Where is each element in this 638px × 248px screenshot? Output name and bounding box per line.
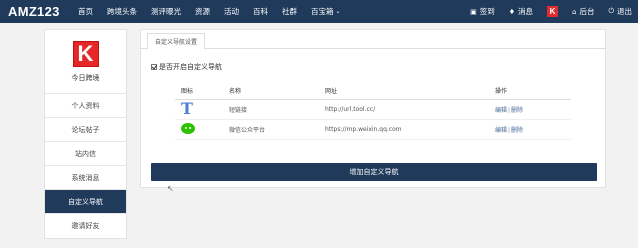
nav-home[interactable]: 首页 (78, 6, 93, 17)
nav-wiki[interactable]: 百科 (253, 6, 268, 17)
k-logo-icon: K (547, 6, 558, 17)
row-url: http://url.tool.cc/ (319, 99, 489, 120)
row-name: 短链接 (223, 99, 319, 120)
backend-link[interactable]: ⌂ 后台 (572, 6, 594, 17)
sidebar-item-invite-friends[interactable]: 邀请好友 (45, 214, 126, 238)
mouse-cursor-icon: ↖ (167, 184, 174, 193)
nav-events[interactable]: 活动 (224, 6, 239, 17)
col-icon-header: 图标 (175, 82, 223, 100)
brand-logo[interactable]: AMZ123 (0, 4, 78, 19)
wechat-icon (181, 122, 195, 134)
custom-nav-panel: 自定义导航设置 是否开启自定义导航 图标 名称 网址 操作 T 短链接 http… (140, 29, 606, 188)
row-actions: 编辑|删除 (489, 119, 571, 140)
delete-link[interactable]: 删除 (511, 127, 523, 134)
table-row: T 短链接 http://url.tool.cc/ 编辑|删除 (175, 99, 571, 120)
gift-icon: ▣ (470, 7, 477, 16)
row-icon-cell (175, 119, 223, 140)
row-actions: 编辑|删除 (489, 99, 571, 120)
sidebar-item-inbox[interactable]: 站内信 (45, 142, 126, 166)
nav-news[interactable]: 跨境头条 (107, 6, 137, 17)
sidebar-item-forum-posts[interactable]: 论坛帖子 (45, 118, 126, 142)
add-custom-nav-button[interactable]: 增加自定义导航 (151, 163, 597, 181)
col-url-header: 网址 (319, 82, 489, 100)
row-url: https://mp.weixin.qq.com (319, 119, 489, 140)
main-nav: 首页 跨境头条 测评曝光 资源 活动 百科 社群 百宝箱 ⌄ (78, 0, 355, 23)
enable-custom-nav-checkbox[interactable] (151, 64, 157, 70)
chevron-down-icon: ⌄ (335, 8, 341, 15)
k-logo-icon: K (72, 40, 99, 67)
action-separator: | (508, 126, 511, 134)
delete-link[interactable]: 删除 (511, 107, 523, 114)
nav-reviews[interactable]: 测评曝光 (151, 6, 181, 17)
account-sidebar: K 今日跨境 个人资料 论坛帖子 站内信 系统消息 自定义导航 邀请好友 (44, 29, 127, 239)
user-nav: ▣ 签到 ♦ 消息 K ⌂ 后台 ⏻ 退出 (456, 0, 632, 23)
edit-link[interactable]: 编辑 (495, 107, 507, 114)
k-badge-link[interactable]: K (547, 6, 558, 17)
tab-bar: 自定义导航设置 (141, 30, 605, 50)
logout-link[interactable]: ⏻ 退出 (608, 6, 632, 17)
bell-icon: ♦ (508, 7, 515, 16)
nav-resources[interactable]: 资源 (195, 6, 210, 17)
top-navbar: AMZ123 首页 跨境头条 测评曝光 资源 活动 百科 社群 百宝箱 ⌄ ▣ … (0, 0, 638, 23)
sidebar-logo: K 今日跨境 (45, 30, 126, 94)
row-name: 微信公众平台 (223, 119, 319, 140)
enable-custom-nav-row[interactable]: 是否开启自定义导航 (151, 62, 222, 72)
sidebar-item-system-messages[interactable]: 系统消息 (45, 166, 126, 190)
backend-label: 后台 (579, 7, 595, 16)
sidebar-item-profile[interactable]: 个人资料 (45, 94, 126, 118)
edit-link[interactable]: 编辑 (495, 127, 507, 134)
col-actions-header: 操作 (489, 82, 571, 100)
messages-link[interactable]: ♦ 消息 (509, 6, 533, 17)
nav-community[interactable]: 社群 (282, 6, 297, 17)
nav-toolbox[interactable]: 百宝箱 ⌄ (311, 6, 341, 17)
logout-label: 退出 (617, 7, 632, 16)
action-separator: | (508, 106, 511, 114)
signin-label: 签到 (479, 7, 495, 16)
enable-custom-nav-label: 是否开启自定义导航 (159, 63, 222, 71)
signin-link[interactable]: ▣ 签到 (470, 6, 495, 17)
power-icon: ⏻ (608, 7, 614, 15)
table-header-row: 图标 名称 网址 操作 (175, 82, 571, 100)
tab-custom-nav-settings[interactable]: 自定义导航设置 (147, 33, 206, 50)
table-row: 微信公众平台 https://mp.weixin.qq.com 编辑|删除 (175, 119, 571, 140)
col-name-header: 名称 (223, 82, 319, 100)
messages-label: 消息 (518, 7, 533, 16)
custom-nav-table: 图标 名称 网址 操作 T 短链接 http://url.tool.cc/ 编辑… (175, 82, 571, 140)
nav-toolbox-label: 百宝箱 (311, 7, 334, 16)
home-icon: ⌂ (572, 7, 577, 16)
t-letter-icon: T (181, 99, 193, 118)
row-icon-cell: T (175, 99, 223, 120)
sidebar-item-custom-nav[interactable]: 自定义导航 (45, 190, 126, 214)
logo-caption: 今日跨境 (71, 73, 100, 82)
